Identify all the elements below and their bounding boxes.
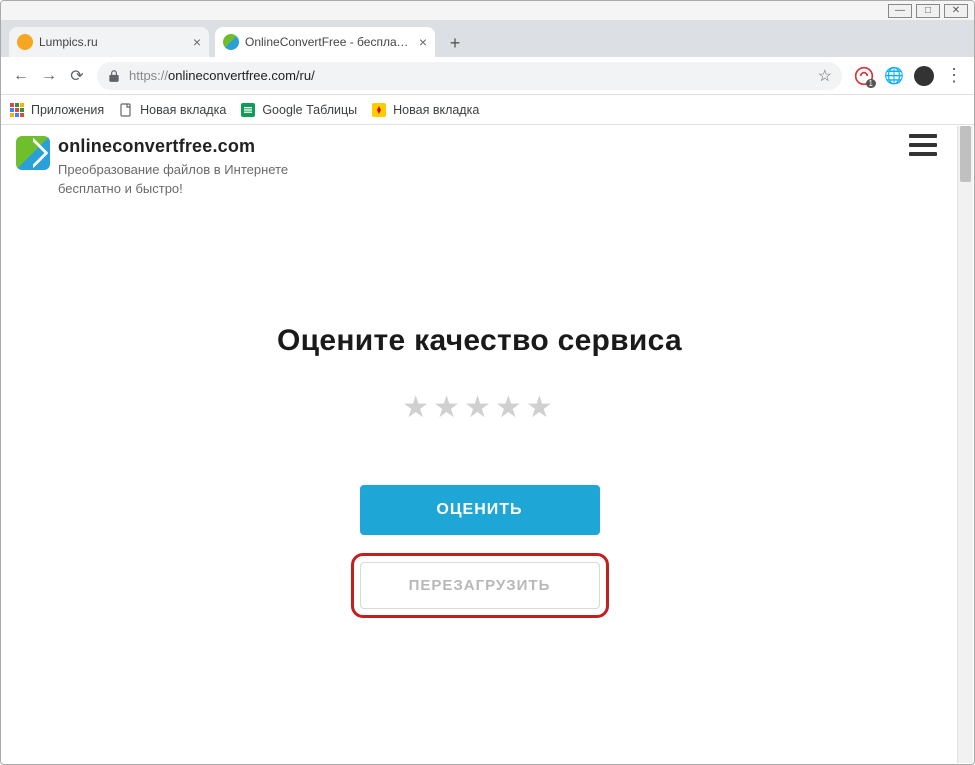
url-protocol: https:// — [129, 68, 168, 83]
bookmarks-bar: Приложения Новая вкладка Google Таблицы … — [1, 95, 974, 125]
sheets-icon — [240, 102, 256, 118]
back-button[interactable]: ← — [7, 62, 35, 90]
browser-toolbar: ← → ⟳ https://onlineconvertfree.com/ru/ … — [1, 57, 974, 95]
browser-menu-button[interactable]: ⋮ — [940, 65, 968, 86]
tab-favicon-icon — [223, 34, 239, 50]
forward-button[interactable]: → — [35, 62, 63, 90]
rating-heading: Оцените качество сервиса — [2, 324, 957, 358]
bookmark-star-icon[interactable]: ☆ — [818, 66, 832, 86]
yandex-icon — [371, 102, 387, 118]
bookmark-label: Приложения — [31, 103, 104, 117]
rating-stars[interactable]: ★★★★★ — [2, 390, 957, 425]
bookmark-apps[interactable]: Приложения — [9, 102, 104, 118]
page-viewport: onlineconvertfree.com Преобразование фай… — [2, 126, 973, 763]
page-icon — [118, 102, 134, 118]
site-subtitle: Преобразование файлов в Интернете беспла… — [58, 161, 288, 199]
apps-icon — [9, 102, 25, 118]
adblock-badge: 1 — [866, 79, 876, 88]
tab-close-icon[interactable]: × — [193, 34, 201, 50]
window-minimize-button[interactable]: — — [888, 4, 912, 18]
site-logo-icon[interactable] — [16, 136, 50, 170]
tab-close-icon[interactable]: × — [419, 34, 427, 50]
bookmark-label: Google Таблицы — [262, 103, 357, 117]
bookmark-label: Новая вкладка — [140, 103, 226, 117]
bookmark-new-tab-1[interactable]: Новая вкладка — [118, 102, 226, 118]
site-title[interactable]: onlineconvertfree.com — [58, 136, 288, 157]
tab-title: Lumpics.ru — [39, 35, 187, 49]
new-tab-button[interactable]: + — [441, 29, 469, 57]
window-maximize-button[interactable]: □ — [916, 4, 940, 18]
tab-title: OnlineConvertFree - бесплатный — [245, 35, 413, 49]
tab-onlineconvertfree[interactable]: OnlineConvertFree - бесплатный × — [215, 27, 435, 57]
browser-window: — □ ✕ Lumpics.ru × OnlineConvertFree - б… — [0, 0, 975, 765]
reload-button-highlight: ПЕРЕЗАГРУЗИТЬ — [351, 553, 609, 618]
profile-avatar-icon[interactable] — [914, 66, 934, 86]
bookmark-label: Новая вкладка — [393, 103, 479, 117]
bookmark-google-sheets[interactable]: Google Таблицы — [240, 102, 357, 118]
extension-icons: 1 🌐 — [848, 66, 940, 86]
tab-strip: Lumpics.ru × OnlineConvertFree - бесплат… — [1, 21, 974, 57]
window-titlebar: — □ ✕ — [1, 1, 974, 21]
scrollbar-thumb[interactable] — [960, 126, 971, 182]
tab-lumpics[interactable]: Lumpics.ru × — [9, 27, 209, 57]
vertical-scrollbar[interactable] — [957, 126, 973, 763]
tab-favicon-icon — [17, 34, 33, 50]
rate-button[interactable]: ОЦЕНИТЬ — [360, 485, 600, 535]
lock-icon — [107, 69, 121, 83]
window-close-button[interactable]: ✕ — [944, 4, 968, 18]
page-content: onlineconvertfree.com Преобразование фай… — [2, 126, 957, 763]
globe-extension-icon[interactable]: 🌐 — [884, 66, 904, 86]
site-header: onlineconvertfree.com Преобразование фай… — [2, 126, 957, 209]
address-bar[interactable]: https://onlineconvertfree.com/ru/ ☆ — [97, 62, 842, 90]
rating-section: Оцените качество сервиса ★★★★★ ОЦЕНИТЬ П… — [2, 324, 957, 618]
reload-button[interactable]: ⟳ — [63, 62, 91, 90]
hamburger-menu-icon[interactable] — [909, 134, 937, 156]
url-text: https://onlineconvertfree.com/ru/ — [129, 68, 812, 83]
reload-button[interactable]: ПЕРЕЗАГРУЗИТЬ — [360, 562, 600, 609]
adblock-extension-icon[interactable]: 1 — [854, 66, 874, 86]
bookmark-new-tab-2[interactable]: Новая вкладка — [371, 102, 479, 118]
site-title-block: onlineconvertfree.com Преобразование фай… — [58, 136, 288, 199]
url-host: onlineconvertfree.com/ru/ — [168, 68, 315, 83]
